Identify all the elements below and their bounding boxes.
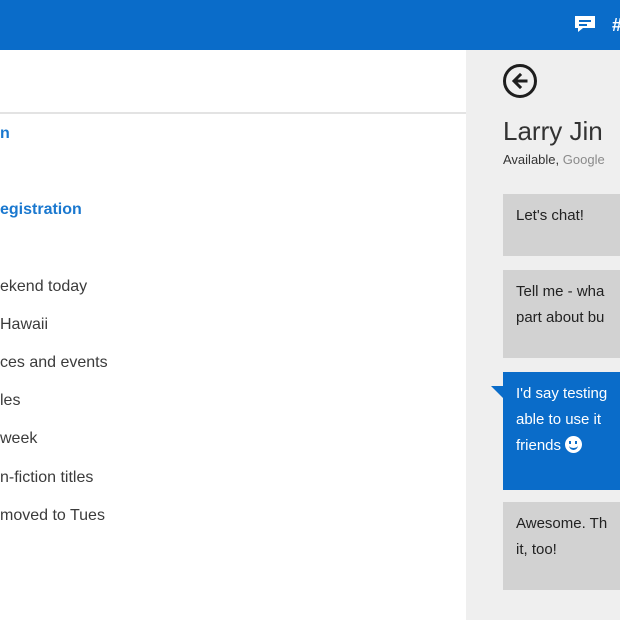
back-arrow-icon xyxy=(511,72,528,90)
status-separator: , xyxy=(555,152,563,167)
list-item[interactable]: n-fiction titles xyxy=(0,468,93,488)
message-line: Let's chat! xyxy=(516,207,584,224)
list-item[interactable]: les xyxy=(0,391,20,411)
list-item[interactable]: Hawaii xyxy=(0,315,48,335)
message-line: friends xyxy=(516,437,562,454)
list-item[interactable]: ekend today xyxy=(0,277,87,297)
list-item[interactable]: egistration xyxy=(0,200,82,220)
message-line: I'd say testing xyxy=(516,385,608,402)
list-item[interactable]: week xyxy=(0,429,37,449)
more-icon[interactable]: # xyxy=(612,15,620,35)
message-bubble-incoming: Tell me - wha part about bu xyxy=(503,270,620,358)
message-bubble-incoming: Let's chat! xyxy=(503,194,620,256)
message-line: part about bu xyxy=(516,309,605,326)
smiley-icon xyxy=(565,436,583,453)
service-name: Google xyxy=(562,152,605,167)
chat-bubble-icon[interactable] xyxy=(574,15,596,33)
list-item[interactable]: ces and events xyxy=(0,353,108,373)
contact-status: Available, Google xyxy=(503,152,605,168)
message-bubble-outgoing: I'd say testing able to use it friends xyxy=(491,372,620,490)
message-line: it, too! xyxy=(516,541,557,558)
list-item[interactable]: n xyxy=(0,124,10,144)
message-line: Tell me - wha xyxy=(516,283,605,300)
contact-name: Larry Jin xyxy=(503,116,603,146)
message-line: Awesome. Th xyxy=(516,515,608,532)
message-line: able to use it xyxy=(516,411,602,428)
app-bar: # xyxy=(0,0,620,50)
list-divider xyxy=(0,112,466,114)
presence-status: Available xyxy=(503,152,556,167)
conversation-list-pane: n egistration ekend today Hawaii ces and… xyxy=(0,50,466,620)
list-item[interactable]: moved to Tues xyxy=(0,506,105,526)
chat-pane: Larry Jin Available, Google Let's chat! … xyxy=(466,50,620,620)
back-button[interactable] xyxy=(503,64,537,98)
message-bubble-incoming: Awesome. Th it, too! xyxy=(503,502,620,590)
